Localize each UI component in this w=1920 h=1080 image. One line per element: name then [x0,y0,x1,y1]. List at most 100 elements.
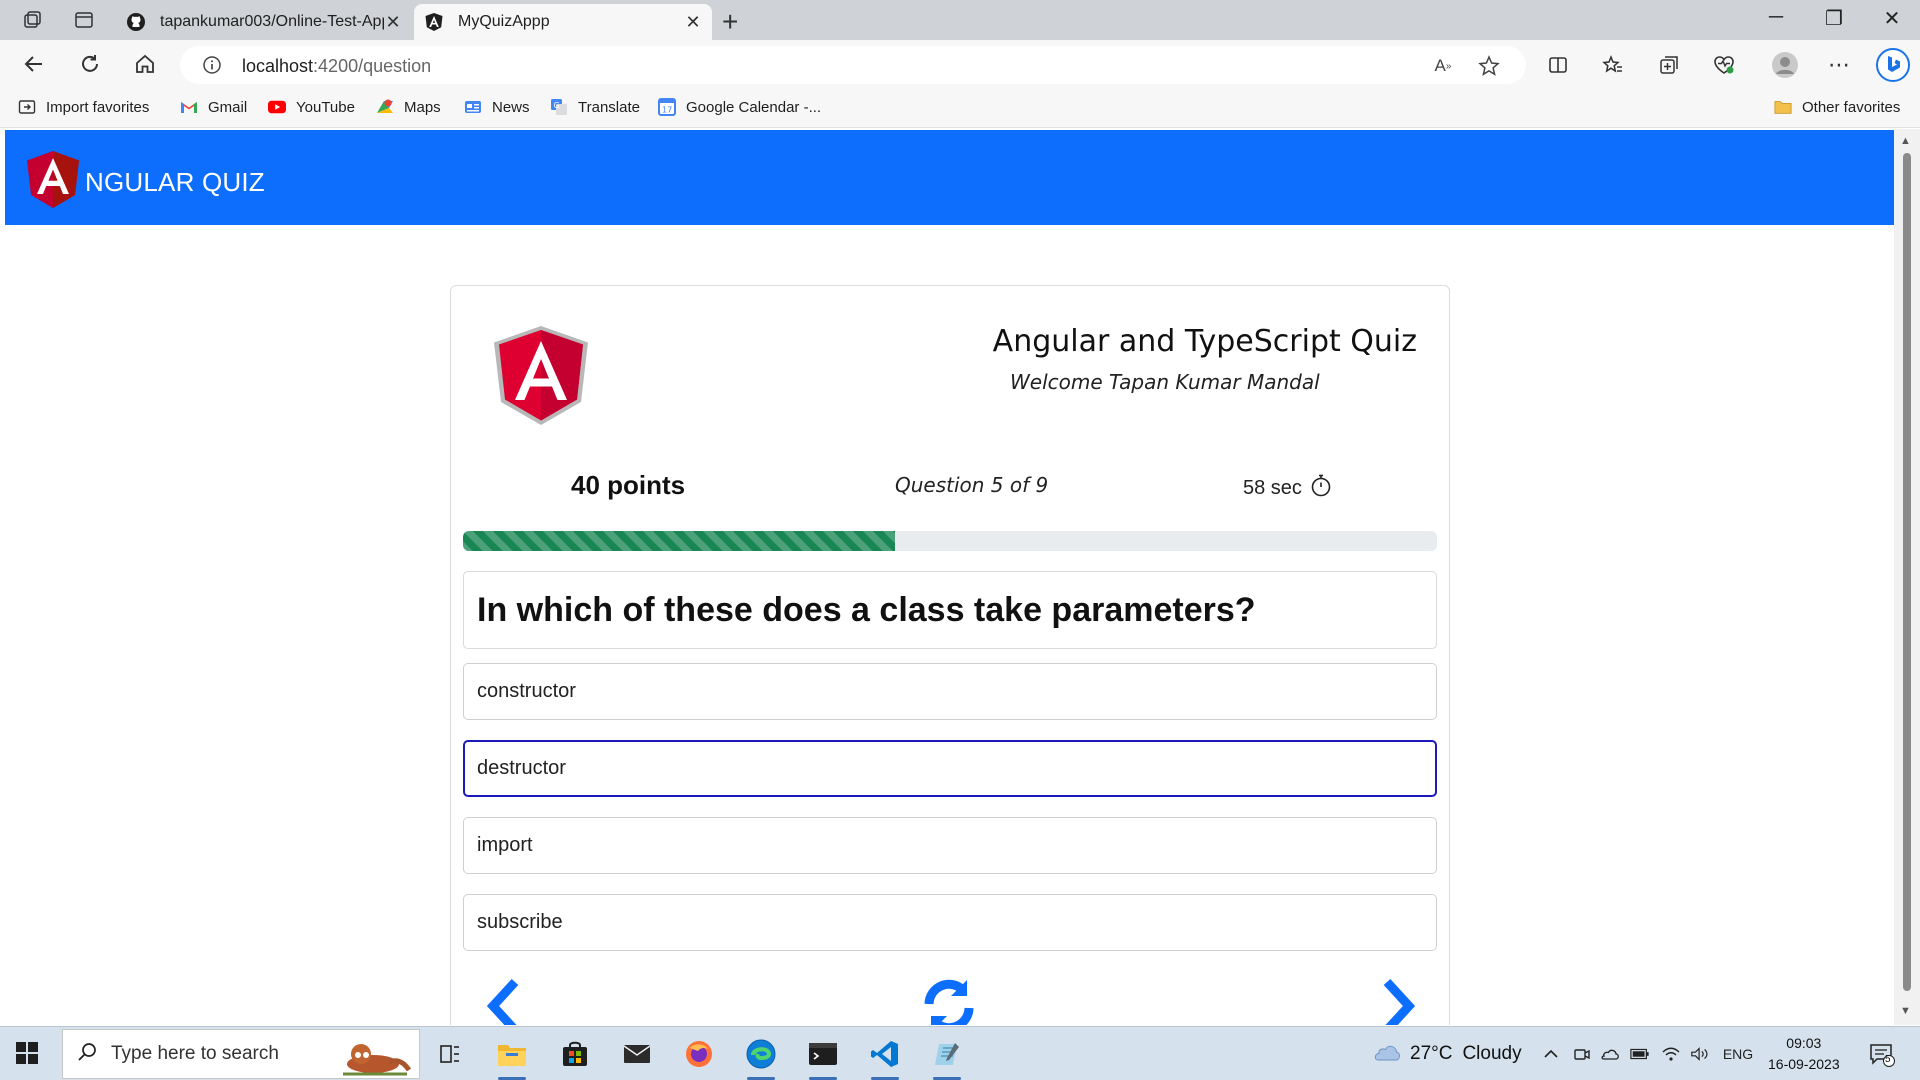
tab-github[interactable]: tapankumar003/Online-Test-App ✕ [116,4,412,40]
favorite-google-calendar[interactable]: 17 Google Calendar -... [658,98,821,116]
scrollbar-thumb[interactable] [1903,153,1911,991]
refresh-icon[interactable] [76,50,104,78]
browser-essentials-icon[interactable] [1711,52,1737,78]
weather-widget[interactable]: 27°C Cloudy [1370,1040,1522,1068]
split-screen-icon[interactable] [1545,52,1571,78]
question-counter: Question 5 of 9 [895,473,1049,497]
url-host: localhost [242,56,314,76]
page-scrollbar[interactable]: ▲ ▼ [1894,129,1920,1025]
meet-now-icon[interactable] [1572,1044,1592,1064]
angular-logo-icon [25,150,81,215]
new-tab-icon[interactable]: + [722,6,738,38]
tab-strip: tapankumar003/Online-Test-App ✕ MyQuizAp… [0,0,1920,40]
timer-text: 58 sec [1243,476,1302,499]
close-tab-icon[interactable]: ✕ [384,12,402,33]
scroll-up-icon[interactable]: ▲ [1900,135,1911,147]
language-indicator[interactable]: ENG [1721,1044,1755,1064]
copilot-icon[interactable] [1874,46,1912,84]
url-text[interactable]: localhost:4200/question [242,56,431,77]
refresh-quiz-icon[interactable] [921,974,977,1025]
favorite-import[interactable]: Import favorites [18,98,149,116]
app-header: NGULAR QUIZ [5,130,1894,225]
navigation-bar: localhost:4200/question A» ⋯ [0,40,1920,88]
timer: 58 sec [1243,473,1332,503]
cloudy-weather-icon [1370,1040,1402,1068]
minimize-icon[interactable]: ─ [1756,6,1796,29]
scroll-down-icon[interactable]: ▼ [1900,1005,1911,1017]
red-panda-icon [333,1034,413,1080]
favorite-youtube[interactable]: YouTube [268,98,355,116]
search-placeholder: Type here to search [111,1043,279,1064]
clock-time: 09:03 [1786,1035,1822,1051]
battery-icon[interactable] [1630,1044,1650,1064]
notification-count: 5 [1885,1054,1891,1065]
favorite-news[interactable]: News [464,98,530,116]
angular-icon [424,12,444,32]
favorite-maps[interactable]: Maps [376,98,441,116]
read-aloud-icon[interactable]: A» [1432,55,1454,77]
favorite-label: YouTube [296,98,355,116]
firefox-icon[interactable] [679,1034,719,1074]
taskbar: Type here to search 27°C Cloudy ENG 09:0… [0,1026,1920,1080]
collections-icon[interactable] [1656,52,1682,78]
volume-icon[interactable] [1690,1044,1710,1064]
favorite-translate[interactable]: G Translate [550,98,640,116]
back-icon[interactable] [20,50,48,78]
next-icon[interactable] [1377,978,1421,1025]
page-viewport: NGULAR QUIZ Angular and TypeScript Quiz … [0,129,1920,1025]
other-favorites[interactable]: Other favorites [1774,98,1900,116]
favorite-gmail[interactable]: Gmail [180,98,247,116]
vscode-icon[interactable] [865,1034,905,1080]
translate-icon: G [550,98,568,116]
onedrive-icon[interactable] [1600,1044,1620,1064]
answer-option[interactable]: import [463,817,1437,874]
close-window-icon[interactable]: ✕ [1872,6,1912,31]
address-bar[interactable]: localhost:4200/question A» [180,46,1526,84]
notepad-icon[interactable] [927,1034,967,1080]
home-icon[interactable] [131,50,159,78]
tab-actions-icon[interactable] [72,8,96,32]
answer-option[interactable]: constructor [463,663,1437,720]
brand[interactable]: NGULAR QUIZ [25,150,265,215]
answer-option-selected[interactable]: destructor [463,740,1437,797]
favorite-label: News [492,98,530,116]
notifications-icon[interactable]: 5 [1868,1041,1896,1069]
restore-icon[interactable]: ❐ [1814,6,1854,31]
mail-icon[interactable] [617,1034,657,1074]
answer-option-text: destructor [477,757,566,779]
brand-text: NGULAR QUIZ [85,167,265,197]
favorite-label: Maps [404,98,441,116]
settings-more-icon[interactable]: ⋯ [1826,52,1852,78]
quiz-title: Angular and TypeScript Quiz [992,324,1417,359]
quiz-progress-fill [463,531,896,551]
microsoft-store-icon[interactable] [555,1034,595,1074]
profile-avatar-icon[interactable] [1769,49,1801,81]
github-icon [126,12,146,32]
previous-icon[interactable] [481,978,525,1025]
import-favorites-icon [18,98,36,116]
site-info-icon[interactable] [202,55,222,80]
favorite-star-icon[interactable] [1478,55,1500,77]
edge-icon[interactable] [741,1034,781,1080]
search-icon [77,1042,97,1067]
stopwatch-icon [1310,473,1332,503]
file-explorer-icon[interactable] [492,1034,532,1080]
answer-option-text: subscribe [477,911,563,933]
workspaces-icon[interactable] [20,8,44,32]
question-text: In which of these does a class take para… [477,590,1256,629]
tab-title: MyQuizAppp [458,13,550,30]
system-clock[interactable]: 09:03 16-09-2023 [1768,1033,1840,1075]
gmail-icon [180,98,198,116]
quiz-card: Angular and TypeScript Quiz Welcome Tapa… [450,285,1450,1025]
answer-option[interactable]: subscribe [463,894,1437,951]
clock-date: 16-09-2023 [1768,1056,1840,1072]
close-tab-icon[interactable]: ✕ [684,12,702,33]
windows-start-icon[interactable] [16,1042,38,1069]
terminal-icon[interactable] [803,1034,843,1080]
tab-myquizapp[interactable]: MyQuizAppp ✕ [414,4,712,40]
favorites-icon[interactable] [1600,52,1626,78]
show-hidden-icons-icon[interactable] [1541,1044,1561,1064]
taskbar-search[interactable]: Type here to search [62,1029,420,1079]
task-view-icon[interactable] [430,1034,470,1074]
wifi-icon[interactable] [1661,1044,1681,1064]
